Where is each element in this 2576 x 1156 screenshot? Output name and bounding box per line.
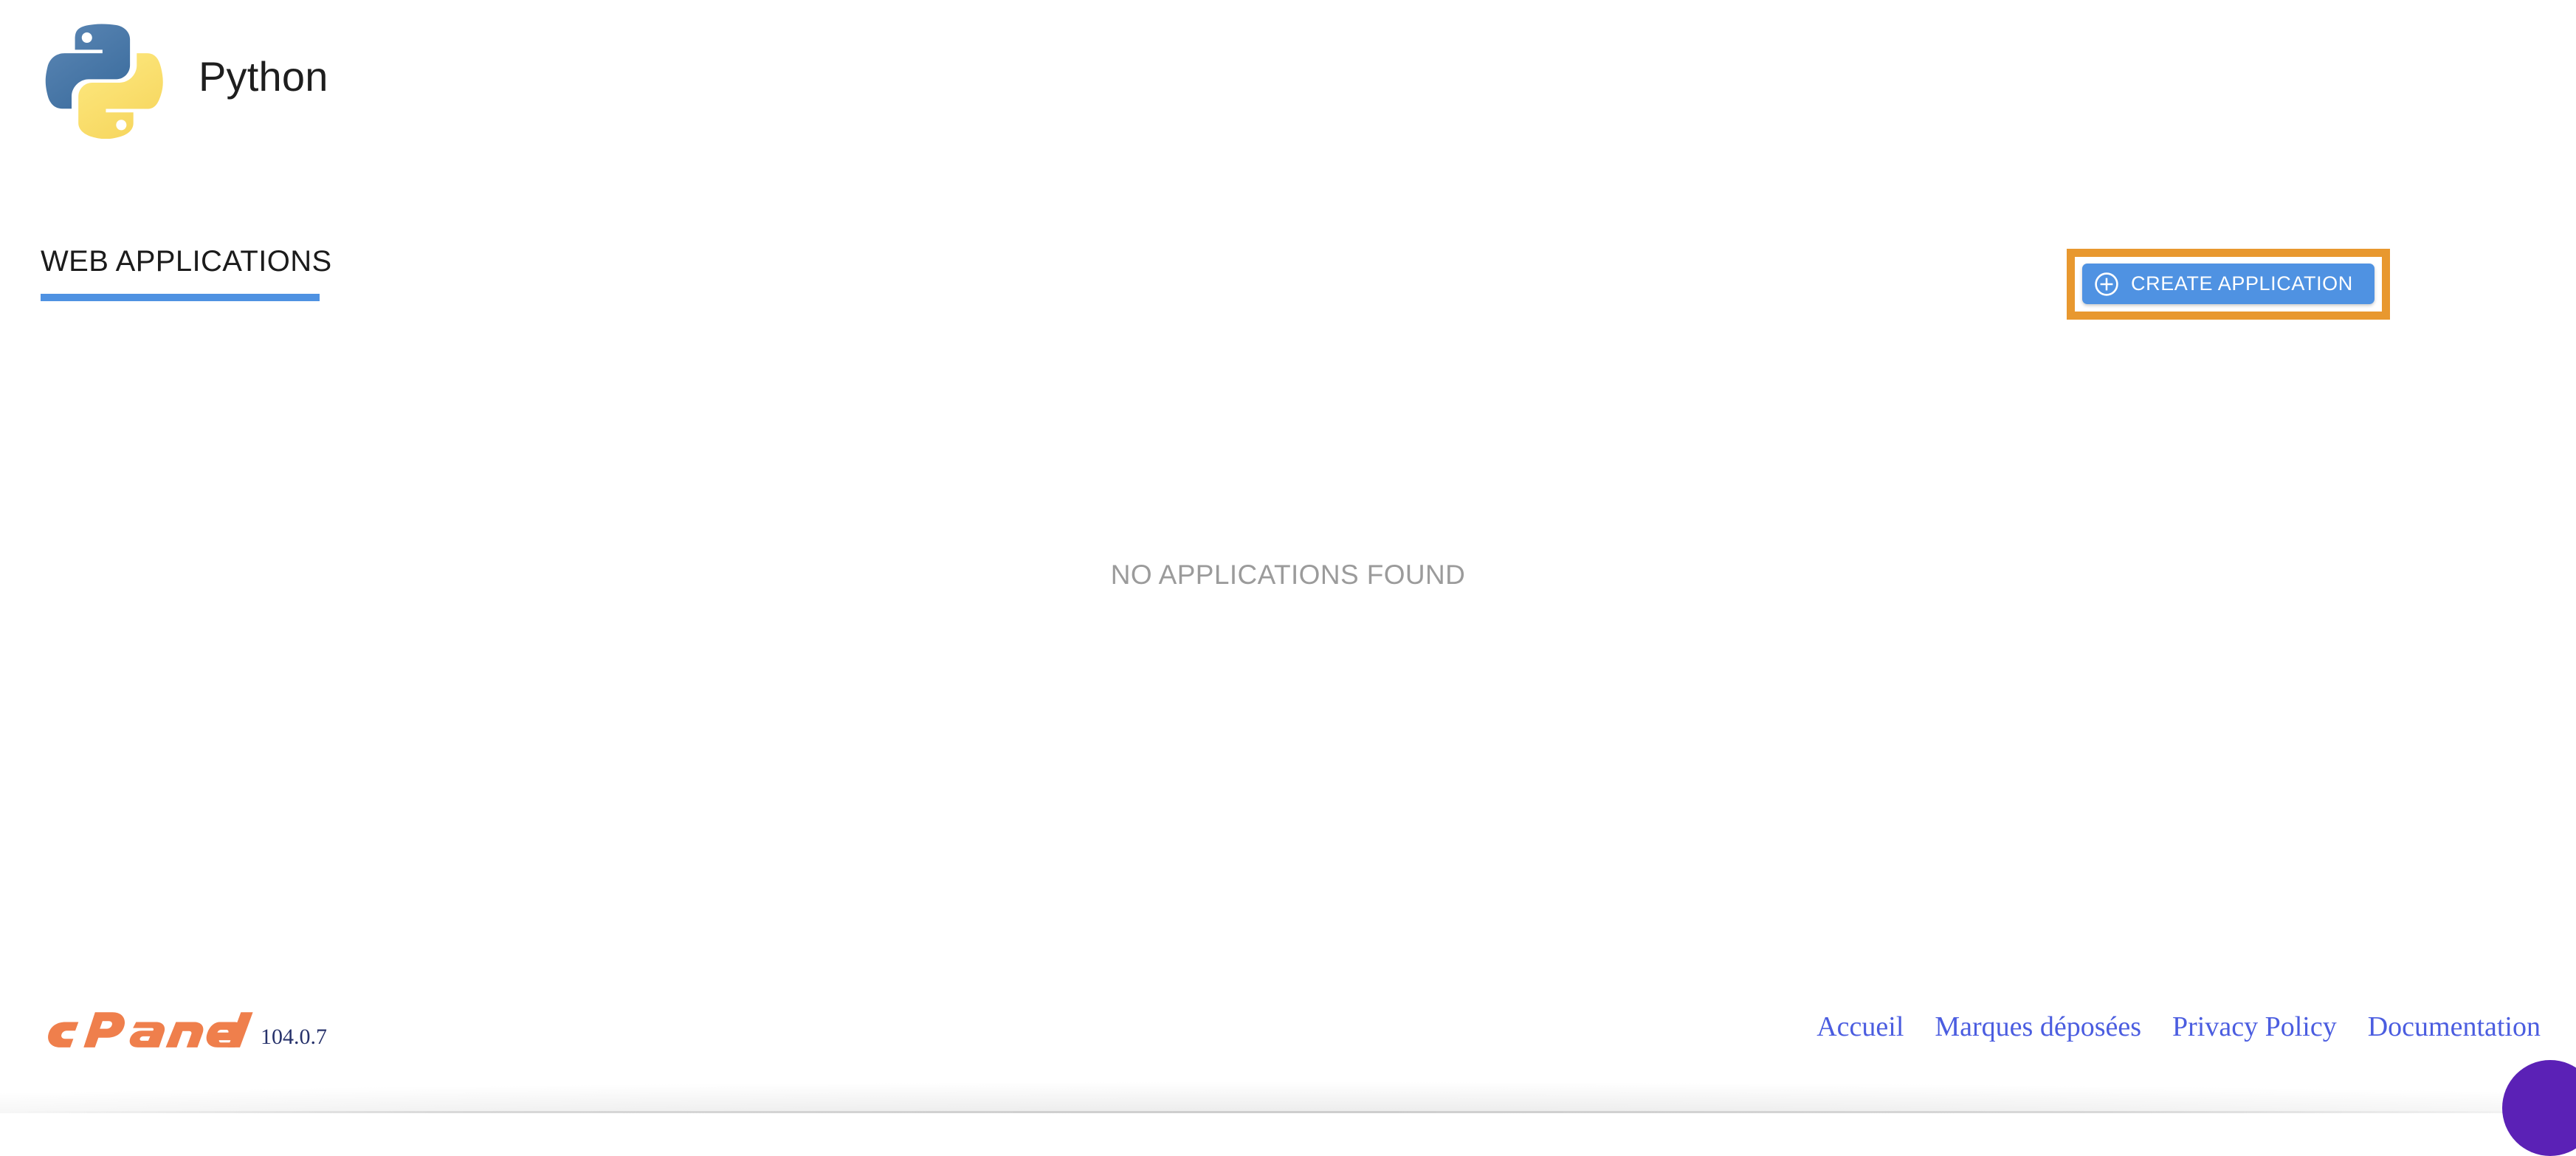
page-footer: 104.0.7 Accueil Marques déposées Privacy… <box>0 1000 2576 1070</box>
section-heading: WEB APPLICATIONS <box>41 245 332 278</box>
footer-links: Accueil Marques déposées Privacy Policy … <box>1816 1011 2541 1045</box>
empty-state-text: NO APPLICATIONS FOUND <box>1110 560 1466 590</box>
chat-widget-button[interactable] <box>2502 1060 2576 1156</box>
plus-circle-icon <box>2095 272 2118 296</box>
cpanel-version: 104.0.7 <box>261 1025 327 1049</box>
footer-link-marques-deposees[interactable]: Marques déposées <box>1935 1011 2141 1045</box>
section-heading-wrap: WEB APPLICATIONS <box>41 244 332 301</box>
section-underline <box>41 294 320 301</box>
create-application-label: CREATE APPLICATION <box>2131 272 2353 295</box>
applications-list-empty-state: NO APPLICATIONS FOUND <box>0 557 2576 593</box>
footer-link-documentation[interactable]: Documentation <box>2368 1011 2541 1045</box>
page-bottom-shade <box>0 1063 2576 1113</box>
cpanel-logo-icon <box>48 1012 253 1047</box>
app-header: Python <box>41 15 328 139</box>
create-application-button[interactable]: CREATE APPLICATION <box>2082 264 2374 304</box>
python-logo-icon <box>45 24 163 139</box>
footer-brand: 104.0.7 <box>41 1009 327 1055</box>
footer-link-accueil[interactable]: Accueil <box>1816 1011 1904 1045</box>
footer-link-privacy-policy[interactable]: Privacy Policy <box>2172 1011 2337 1045</box>
page-title: Python <box>199 53 328 100</box>
